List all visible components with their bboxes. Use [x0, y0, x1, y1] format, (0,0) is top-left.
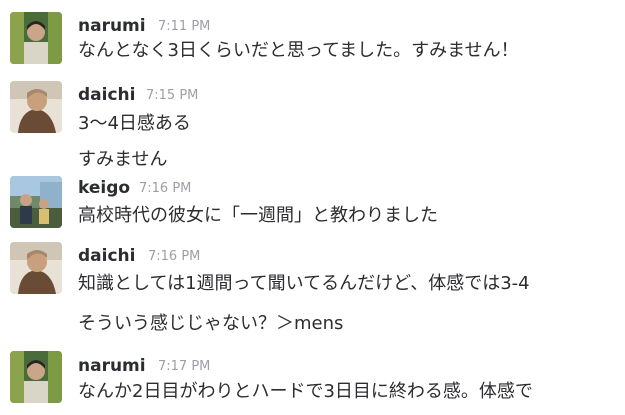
message-text: 知識としては1週間って聞いてるんだけど、体感では3-4 — [78, 273, 530, 294]
message-text: そういう感じじゃない？＞mens — [78, 313, 344, 334]
avatar[interactable] — [10, 12, 62, 64]
message-username[interactable]: keigo — [78, 178, 130, 198]
narumi-avatar-icon — [10, 351, 62, 403]
message-timestamp[interactable]: 7:15 PM — [146, 86, 198, 106]
message-text: なんか2日目がわりとハードで3日目に終わる感。体感で — [78, 381, 533, 402]
message-username[interactable]: narumi — [78, 356, 146, 376]
daichi-avatar-icon — [10, 81, 62, 133]
message-timestamp[interactable]: 7:11 PM — [158, 17, 210, 37]
daichi-avatar-icon — [10, 242, 62, 294]
message-text: 高校時代の彼女に「一週間」と教わりました — [78, 205, 438, 226]
message-text: なんとなく3日くらいだと思ってました。すみません！ — [78, 40, 519, 61]
avatar[interactable] — [10, 242, 62, 294]
message-username[interactable]: narumi — [78, 16, 146, 36]
message-username[interactable]: daichi — [78, 85, 135, 105]
message-timestamp[interactable]: 7:16 PM — [148, 247, 200, 267]
avatar[interactable] — [10, 351, 62, 403]
keigo-avatar-icon — [10, 176, 62, 228]
message-timestamp[interactable]: 7:17 PM — [158, 357, 210, 377]
message-username[interactable]: daichi — [78, 246, 135, 266]
message-timestamp[interactable]: 7:16 PM — [139, 179, 191, 199]
avatar[interactable] — [10, 81, 62, 133]
narumi-avatar-icon — [10, 12, 62, 64]
message-text: 3〜4日感ある — [78, 113, 191, 134]
avatar[interactable] — [10, 176, 62, 228]
message-text: すみません — [78, 149, 168, 170]
